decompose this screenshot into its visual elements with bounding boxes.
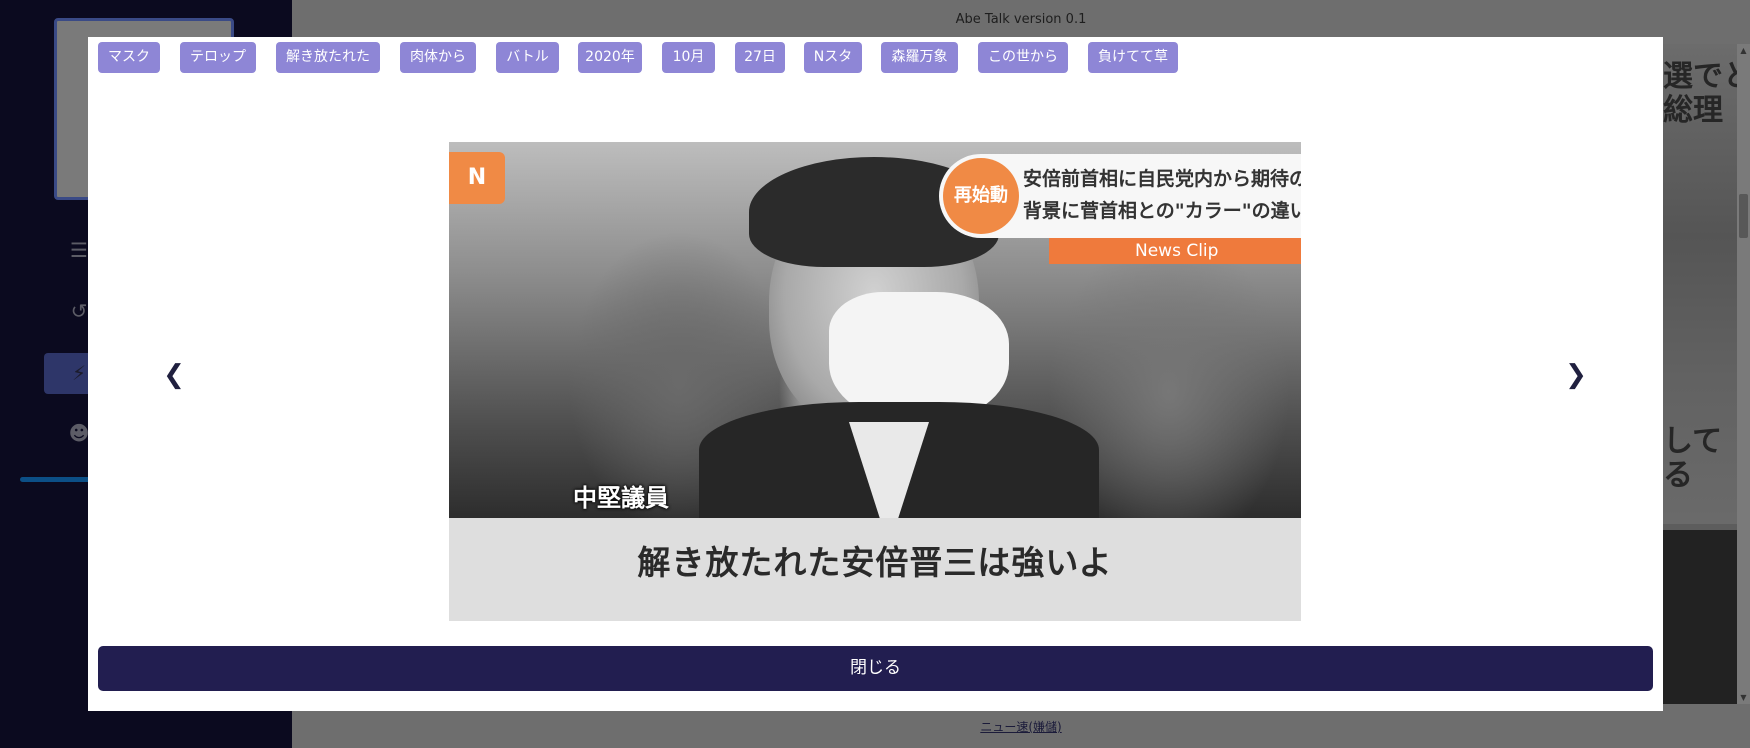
chevron-left-icon: ❮ — [163, 360, 185, 390]
tag-chip[interactable]: テロップ — [180, 42, 256, 73]
prev-button[interactable]: ❮ — [162, 360, 186, 390]
headline-line-2: 背景に菅首相との"カラー"の違い — [1023, 200, 1301, 222]
tag-chip[interactable]: バトル — [496, 42, 559, 73]
tag-chip[interactable]: 解き放たれた — [276, 42, 380, 73]
tag-chip[interactable]: 肉体から — [400, 42, 476, 73]
tag-chip[interactable]: 森羅万象 — [881, 42, 958, 73]
scroll-down-icon[interactable]: ▼ — [1738, 693, 1749, 702]
headline-line-1: 安倍前首相に自民党内から期待の声? — [1023, 168, 1301, 190]
tag-chip[interactable]: 2020年 — [578, 42, 642, 73]
tag-chip[interactable]: 負けてて草 — [1088, 42, 1178, 73]
headline-badge: 再始動 — [943, 158, 1019, 234]
tag-chip[interactable]: 10月 — [662, 42, 715, 73]
image-viewer-modal: マスク テロップ 解き放たれた 肉体から バトル 2020年 10月 27日 N… — [88, 37, 1663, 711]
page-scrollbar[interactable]: ▲ ▼ — [1737, 44, 1750, 704]
next-button[interactable]: ❯ — [1564, 360, 1588, 390]
footer-link[interactable]: ニュー速(嫌儲) — [292, 718, 1750, 735]
subtitle-caption: 解き放たれた安倍晋三は強いよ — [637, 543, 1113, 582]
close-button[interactable]: 閉じる — [98, 646, 1653, 691]
background-thumbnail-text-bottom: して る — [1663, 424, 1723, 493]
chevron-right-icon: ❯ — [1565, 360, 1587, 390]
background-thumbnail-image-2 — [1662, 530, 1737, 704]
app-title: Abe Talk version 0.1 — [955, 12, 1087, 27]
tag-chip[interactable]: Nスタ — [804, 42, 862, 73]
news-screenshot-image: N 再始動 安倍前首相に自民党内から期待の声? 背景に菅首相との"カラー"の違い… — [449, 142, 1301, 621]
tag-chip[interactable]: 27日 — [735, 42, 785, 73]
speaker-label: 中堅議員 — [573, 484, 669, 512]
channel-logo: N — [449, 152, 505, 204]
tag-chip[interactable]: マスク — [98, 42, 160, 73]
scrollbar-thumb[interactable] — [1739, 194, 1748, 238]
background-thumbnail-strip — [1662, 44, 1737, 704]
segment-label: News Clip — [1049, 238, 1301, 264]
tag-chip[interactable]: この世から — [978, 42, 1068, 73]
scroll-up-icon[interactable]: ▲ — [1738, 46, 1749, 55]
